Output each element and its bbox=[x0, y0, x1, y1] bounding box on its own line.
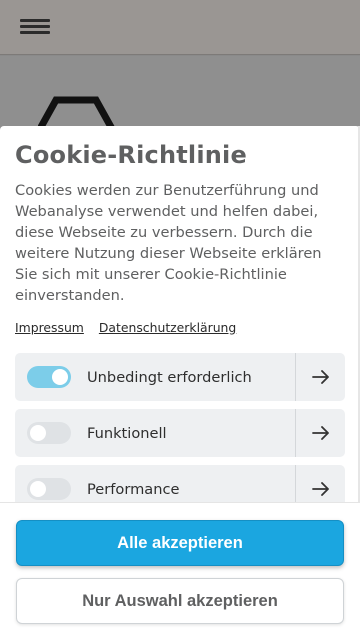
functional-toggle[interactable] bbox=[27, 422, 71, 444]
hero-area bbox=[0, 56, 360, 136]
category-performance: Performance bbox=[15, 465, 345, 502]
arrow-right-icon[interactable] bbox=[295, 353, 345, 401]
site-header bbox=[0, 0, 360, 55]
cookie-consent-dialog: Cookie-Richtlinie Cookies werden zur Ben… bbox=[0, 126, 360, 640]
category-label: Funktionell bbox=[87, 424, 167, 442]
hamburger-icon[interactable] bbox=[20, 19, 50, 35]
cookie-content[interactable]: Cookie-Richtlinie Cookies werden zur Ben… bbox=[0, 126, 360, 502]
category-label: Unbedingt erforderlich bbox=[87, 368, 252, 386]
cookie-title: Cookie-Richtlinie bbox=[15, 141, 247, 169]
cookie-actions: Alle akzeptieren Nur Auswahl akzeptieren bbox=[0, 502, 360, 640]
accept-all-button[interactable]: Alle akzeptieren bbox=[16, 520, 344, 566]
arrow-right-icon[interactable] bbox=[295, 465, 345, 502]
performance-toggle[interactable] bbox=[27, 478, 71, 500]
cookie-description: Cookies werden zur Benutzerführung und W… bbox=[15, 182, 322, 304]
category-functional: Funktionell bbox=[15, 409, 345, 457]
privacy-policy-link[interactable]: Datenschutzerklärung bbox=[99, 320, 236, 335]
impressum-link[interactable]: Impressum bbox=[15, 320, 84, 335]
category-necessary: Unbedingt erforderlich bbox=[15, 353, 345, 401]
cookie-links: Impressum Datenschutzerklärung bbox=[15, 320, 345, 335]
category-label: Performance bbox=[87, 480, 180, 498]
accept-selection-button[interactable]: Nur Auswahl akzeptieren bbox=[16, 578, 344, 624]
necessary-toggle[interactable] bbox=[27, 366, 71, 388]
arrow-right-icon[interactable] bbox=[295, 409, 345, 457]
